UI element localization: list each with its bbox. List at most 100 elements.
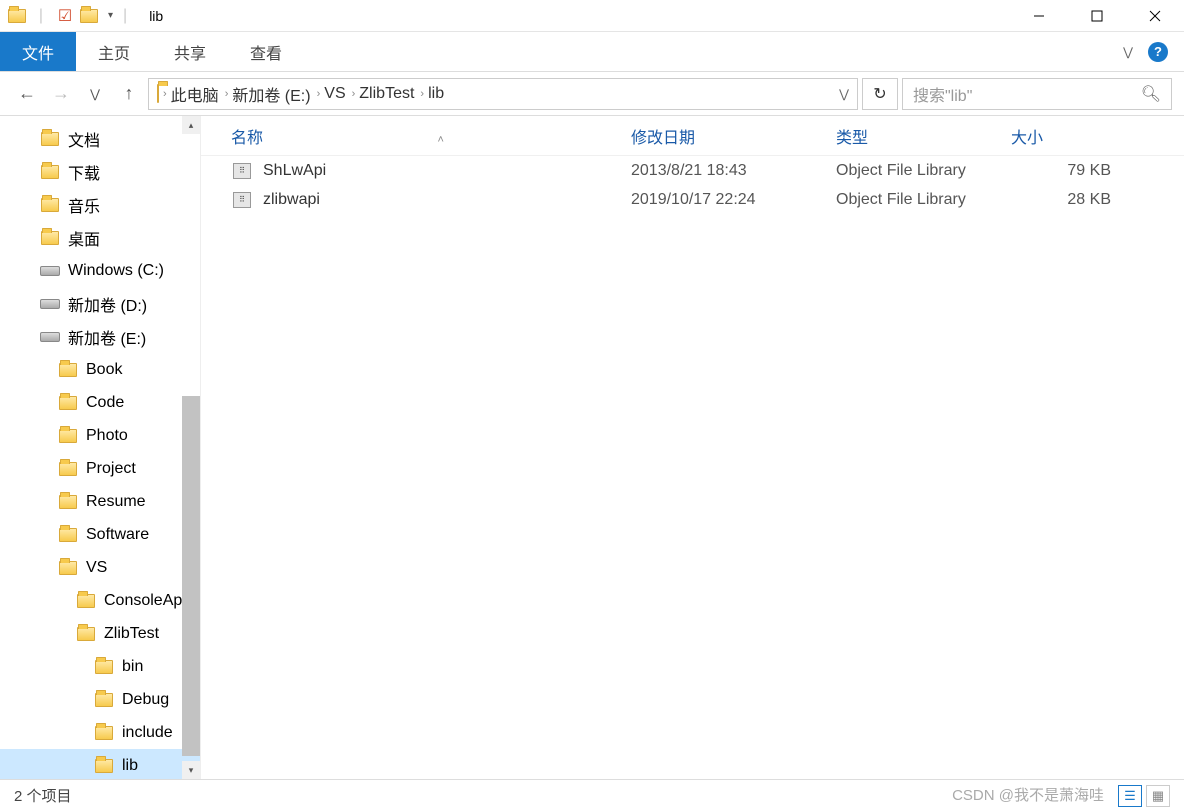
file-date: 2019/10/17 22:24: [631, 191, 836, 209]
minimize-button[interactable]: [1010, 0, 1068, 32]
file-type: Object File Library: [836, 191, 1011, 209]
search-input[interactable]: 搜索"lib" 🔍︎: [902, 78, 1172, 110]
address-dropdown-icon[interactable]: ⋁: [839, 87, 849, 101]
details-view-button[interactable]: ☰: [1118, 785, 1142, 807]
tree-node[interactable]: 桌面: [0, 221, 200, 254]
folder-icon: [40, 132, 60, 146]
column-type[interactable]: 类型: [836, 124, 1011, 148]
column-headers: 名称 ˄ 修改日期 类型 大小: [201, 116, 1184, 156]
breadcrumb-item[interactable]: VS›: [324, 85, 355, 103]
qat-separator: |: [32, 7, 50, 25]
tree-node-label: 桌面: [68, 226, 100, 250]
column-name[interactable]: 名称 ˄: [231, 124, 631, 148]
ribbon-expand-icon[interactable]: ⋁: [1123, 45, 1133, 59]
tree-node-label: lib: [122, 757, 138, 775]
tree-node[interactable]: Debug: [0, 683, 200, 716]
tree-node[interactable]: 新加卷 (D:): [0, 287, 200, 320]
folder-icon: [58, 495, 78, 509]
quick-access-toolbar: | ☑ ▾ | lib: [0, 7, 163, 25]
tree-node[interactable]: lib: [0, 749, 200, 779]
tab-view[interactable]: 查看: [228, 32, 304, 71]
tree-node[interactable]: ConsoleApp: [0, 584, 200, 617]
folder-icon: [8, 7, 26, 25]
tab-file[interactable]: 文件: [0, 32, 76, 71]
tree-node[interactable]: Code: [0, 386, 200, 419]
file-size: 79 KB: [1011, 162, 1111, 180]
tree-node[interactable]: Resume: [0, 485, 200, 518]
tab-share[interactable]: 共享: [152, 32, 228, 71]
up-button[interactable]: ↑: [114, 79, 144, 109]
refresh-button[interactable]: ↻: [862, 78, 898, 110]
folder-icon: [58, 363, 78, 377]
folder-icon: [40, 165, 60, 179]
tree-node-label: Software: [86, 526, 149, 544]
close-button[interactable]: [1126, 0, 1184, 32]
folder-icon: [94, 759, 114, 773]
icons-view-button[interactable]: ▦: [1146, 785, 1170, 807]
file-name: ShLwApi: [263, 162, 631, 180]
address-bar[interactable]: › 此电脑› 新加卷 (E:)› VS› ZlibTest› lib ⋁: [148, 78, 858, 110]
tree-node[interactable]: 音乐: [0, 188, 200, 221]
drive-icon: [40, 332, 60, 342]
tree-node-label: VS: [86, 559, 107, 577]
maximize-button[interactable]: [1068, 0, 1126, 32]
tree-node[interactable]: include: [0, 716, 200, 749]
folder-icon-2: [80, 7, 98, 25]
drive-icon: [40, 266, 60, 276]
forward-button[interactable]: →: [46, 79, 76, 109]
sort-indicator-icon: ˄: [437, 134, 443, 146]
chevron-right-icon[interactable]: ›: [163, 88, 167, 100]
folder-icon: [76, 594, 96, 608]
column-date[interactable]: 修改日期: [631, 124, 836, 148]
tree-node-label: bin: [122, 658, 143, 676]
tree-node[interactable]: ZlibTest: [0, 617, 200, 650]
breadcrumb-item[interactable]: ZlibTest›: [359, 85, 424, 103]
breadcrumb-item[interactable]: 此电脑›: [171, 82, 229, 106]
file-row[interactable]: ⠿zlibwapi2019/10/17 22:24Object File Lib…: [201, 185, 1184, 214]
file-icon: ⠿: [231, 192, 253, 208]
body: 文档下载音乐桌面 Windows (C:) 新加卷 (D:) 新加卷 (E:)Book…: [0, 116, 1184, 779]
folder-icon: [157, 85, 159, 103]
tree-node[interactable]: Project: [0, 452, 200, 485]
tab-home[interactable]: 主页: [76, 32, 152, 71]
breadcrumb-item[interactable]: lib: [428, 85, 444, 103]
folder-icon: [94, 660, 114, 674]
breadcrumb-item[interactable]: 新加卷 (E:)›: [232, 82, 320, 106]
tree-node-label: ZlibTest: [104, 625, 159, 643]
file-date: 2013/8/21 18:43: [631, 162, 836, 180]
tree-node[interactable]: Photo: [0, 419, 200, 452]
folder-icon: [58, 528, 78, 542]
back-button[interactable]: ←: [12, 79, 42, 109]
tree-node[interactable]: 下载: [0, 155, 200, 188]
folder-icon: [76, 627, 96, 641]
navigation-tree[interactable]: 文档下载音乐桌面 Windows (C:) 新加卷 (D:) 新加卷 (E:)Book…: [0, 116, 200, 779]
scrollbar-thumb[interactable]: [182, 396, 200, 756]
tree-node[interactable]: 文档: [0, 122, 200, 155]
search-icon[interactable]: 🔍︎: [1141, 84, 1161, 104]
search-placeholder: 搜索"lib": [913, 82, 972, 106]
folder-icon: [40, 231, 60, 245]
drive-icon: [40, 299, 60, 309]
qat-chevron-icon[interactable]: ▾: [108, 10, 113, 21]
scroll-up-icon[interactable]: ▴: [182, 116, 200, 134]
recent-chevron-icon[interactable]: ⋁: [80, 79, 110, 109]
tree-node[interactable]: Windows (C:): [0, 254, 200, 287]
file-type: Object File Library: [836, 162, 1011, 180]
column-size[interactable]: 大小: [1011, 124, 1184, 148]
tree-node-label: Windows (C:): [68, 262, 164, 280]
tree-node[interactable]: 新加卷 (E:): [0, 320, 200, 353]
file-row[interactable]: ⠿ShLwApi2013/8/21 18:43Object File Libra…: [201, 156, 1184, 185]
help-icon[interactable]: ?: [1148, 42, 1168, 62]
tree-node[interactable]: bin: [0, 650, 200, 683]
scroll-down-icon[interactable]: ▾: [182, 761, 200, 779]
folder-icon: [58, 561, 78, 575]
tree-node-label: 新加卷 (D:): [68, 292, 147, 316]
tree-node[interactable]: Software: [0, 518, 200, 551]
title-bar: | ☑ ▾ | lib: [0, 0, 1184, 32]
tree-node[interactable]: Book: [0, 353, 200, 386]
folder-icon: [58, 429, 78, 443]
tree-node[interactable]: VS: [0, 551, 200, 584]
file-size: 28 KB: [1011, 191, 1111, 209]
item-count: 2 个项目: [14, 785, 72, 806]
properties-icon[interactable]: ☑: [56, 7, 74, 25]
